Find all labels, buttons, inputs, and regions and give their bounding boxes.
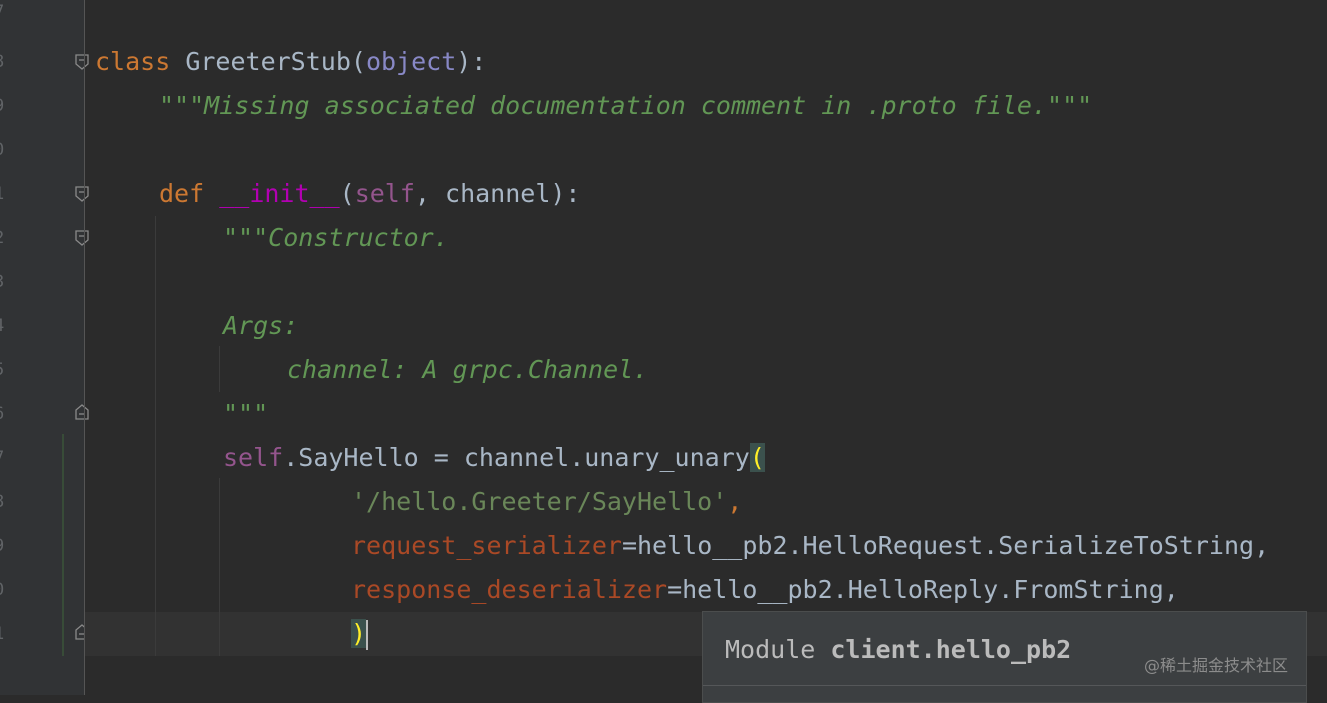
line-number: 8 xyxy=(0,492,8,512)
code-editor[interactable]: class GreeterStub(object): """Missing as… xyxy=(85,0,1327,695)
keyword: class xyxy=(95,47,171,76)
expression: =hello__pb2.HelloReply.FromString, xyxy=(667,575,1179,604)
docstring: """ xyxy=(223,399,269,428)
code-line-init-def: def __init__(self, channel): xyxy=(159,172,581,216)
code-line-docstring-end: """ xyxy=(223,392,268,436)
line-number: 7 xyxy=(0,2,8,22)
code-line-sayhello-assign: self.SayHello = channel.unary_unary( xyxy=(223,436,765,480)
code-line-class-docstring: """Missing associated documentation comm… xyxy=(159,84,1092,128)
line-number: 1 xyxy=(0,624,8,644)
line-number: 4 xyxy=(0,316,8,336)
docstring: """Missing associated documentation comm… xyxy=(159,91,1093,120)
line-number: 3 xyxy=(0,272,8,292)
magic-method: __init__ xyxy=(219,179,340,208)
text-caret xyxy=(366,620,369,650)
popup-module-name: client.hello_pb2 xyxy=(830,635,1072,664)
self-keyword: self xyxy=(223,443,284,472)
line-number: 2 xyxy=(0,228,8,248)
code-line-docstring-channel: channel: A grpc.Channel. xyxy=(287,348,648,392)
code-line-close-paren: ) xyxy=(351,612,369,656)
punctuation: ): xyxy=(456,47,487,76)
self-keyword: self xyxy=(354,179,415,208)
code-line-docstring-args: Args: xyxy=(223,304,298,348)
line-number: 7 xyxy=(0,448,8,468)
popup-module-info: Module client.hello_pb2 xyxy=(725,635,1071,664)
popup-prefix: Module xyxy=(725,635,831,664)
code-line-docstring-start: """Constructor. xyxy=(223,216,449,260)
matched-bracket: ) xyxy=(351,619,367,648)
params: , channel): xyxy=(414,179,581,208)
docstring: channel: A grpc.Channel. xyxy=(287,355,649,384)
matched-bracket: ( xyxy=(749,443,765,472)
vcs-change-bar[interactable] xyxy=(62,434,64,656)
indent-guide xyxy=(155,216,156,656)
line-number: 0 xyxy=(0,140,8,160)
line-number: 9 xyxy=(0,536,8,556)
code-line-class-def: class GreeterStub(object): xyxy=(95,40,486,84)
builtin-name: object xyxy=(365,47,457,76)
indent-guide xyxy=(219,478,220,656)
docstring: """Constructor. xyxy=(223,223,449,252)
keyword-argument: response_deserializer xyxy=(351,575,668,604)
line-gutter: 7 8 9 0 1 2 3 4 5 6 7 8 9 0 1 xyxy=(0,0,89,695)
class-name: GreeterStub( xyxy=(170,47,366,76)
line-number: 8 xyxy=(0,52,8,72)
punctuation: , xyxy=(727,487,743,516)
docstring: Args: xyxy=(223,311,299,340)
line-number: 0 xyxy=(0,580,8,600)
watermark: @稀土掘金技术社区 xyxy=(1144,656,1289,675)
keyword: def xyxy=(159,179,205,208)
punctuation: ( xyxy=(339,179,355,208)
line-number: 1 xyxy=(0,184,8,204)
line-number: 6 xyxy=(0,404,8,424)
line-number: 9 xyxy=(0,96,8,116)
keyword-argument: request_serializer xyxy=(351,531,622,560)
string-literal: '/hello.Greeter/SayHello' xyxy=(351,487,728,516)
popup-divider xyxy=(703,685,1306,686)
code-line-request-serializer: request_serializer=hello__pb2.HelloReque… xyxy=(351,524,1269,568)
expression: .SayHello = channel.unary_unary xyxy=(283,443,750,472)
indent-guide xyxy=(219,346,220,392)
code-line-response-deserializer: response_deserializer=hello__pb2.HelloRe… xyxy=(351,568,1179,612)
code-line-method-path: '/hello.Greeter/SayHello', xyxy=(351,480,742,524)
expression: =hello__pb2.HelloRequest.SerializeToStri… xyxy=(621,531,1270,560)
line-number: 5 xyxy=(0,360,8,380)
